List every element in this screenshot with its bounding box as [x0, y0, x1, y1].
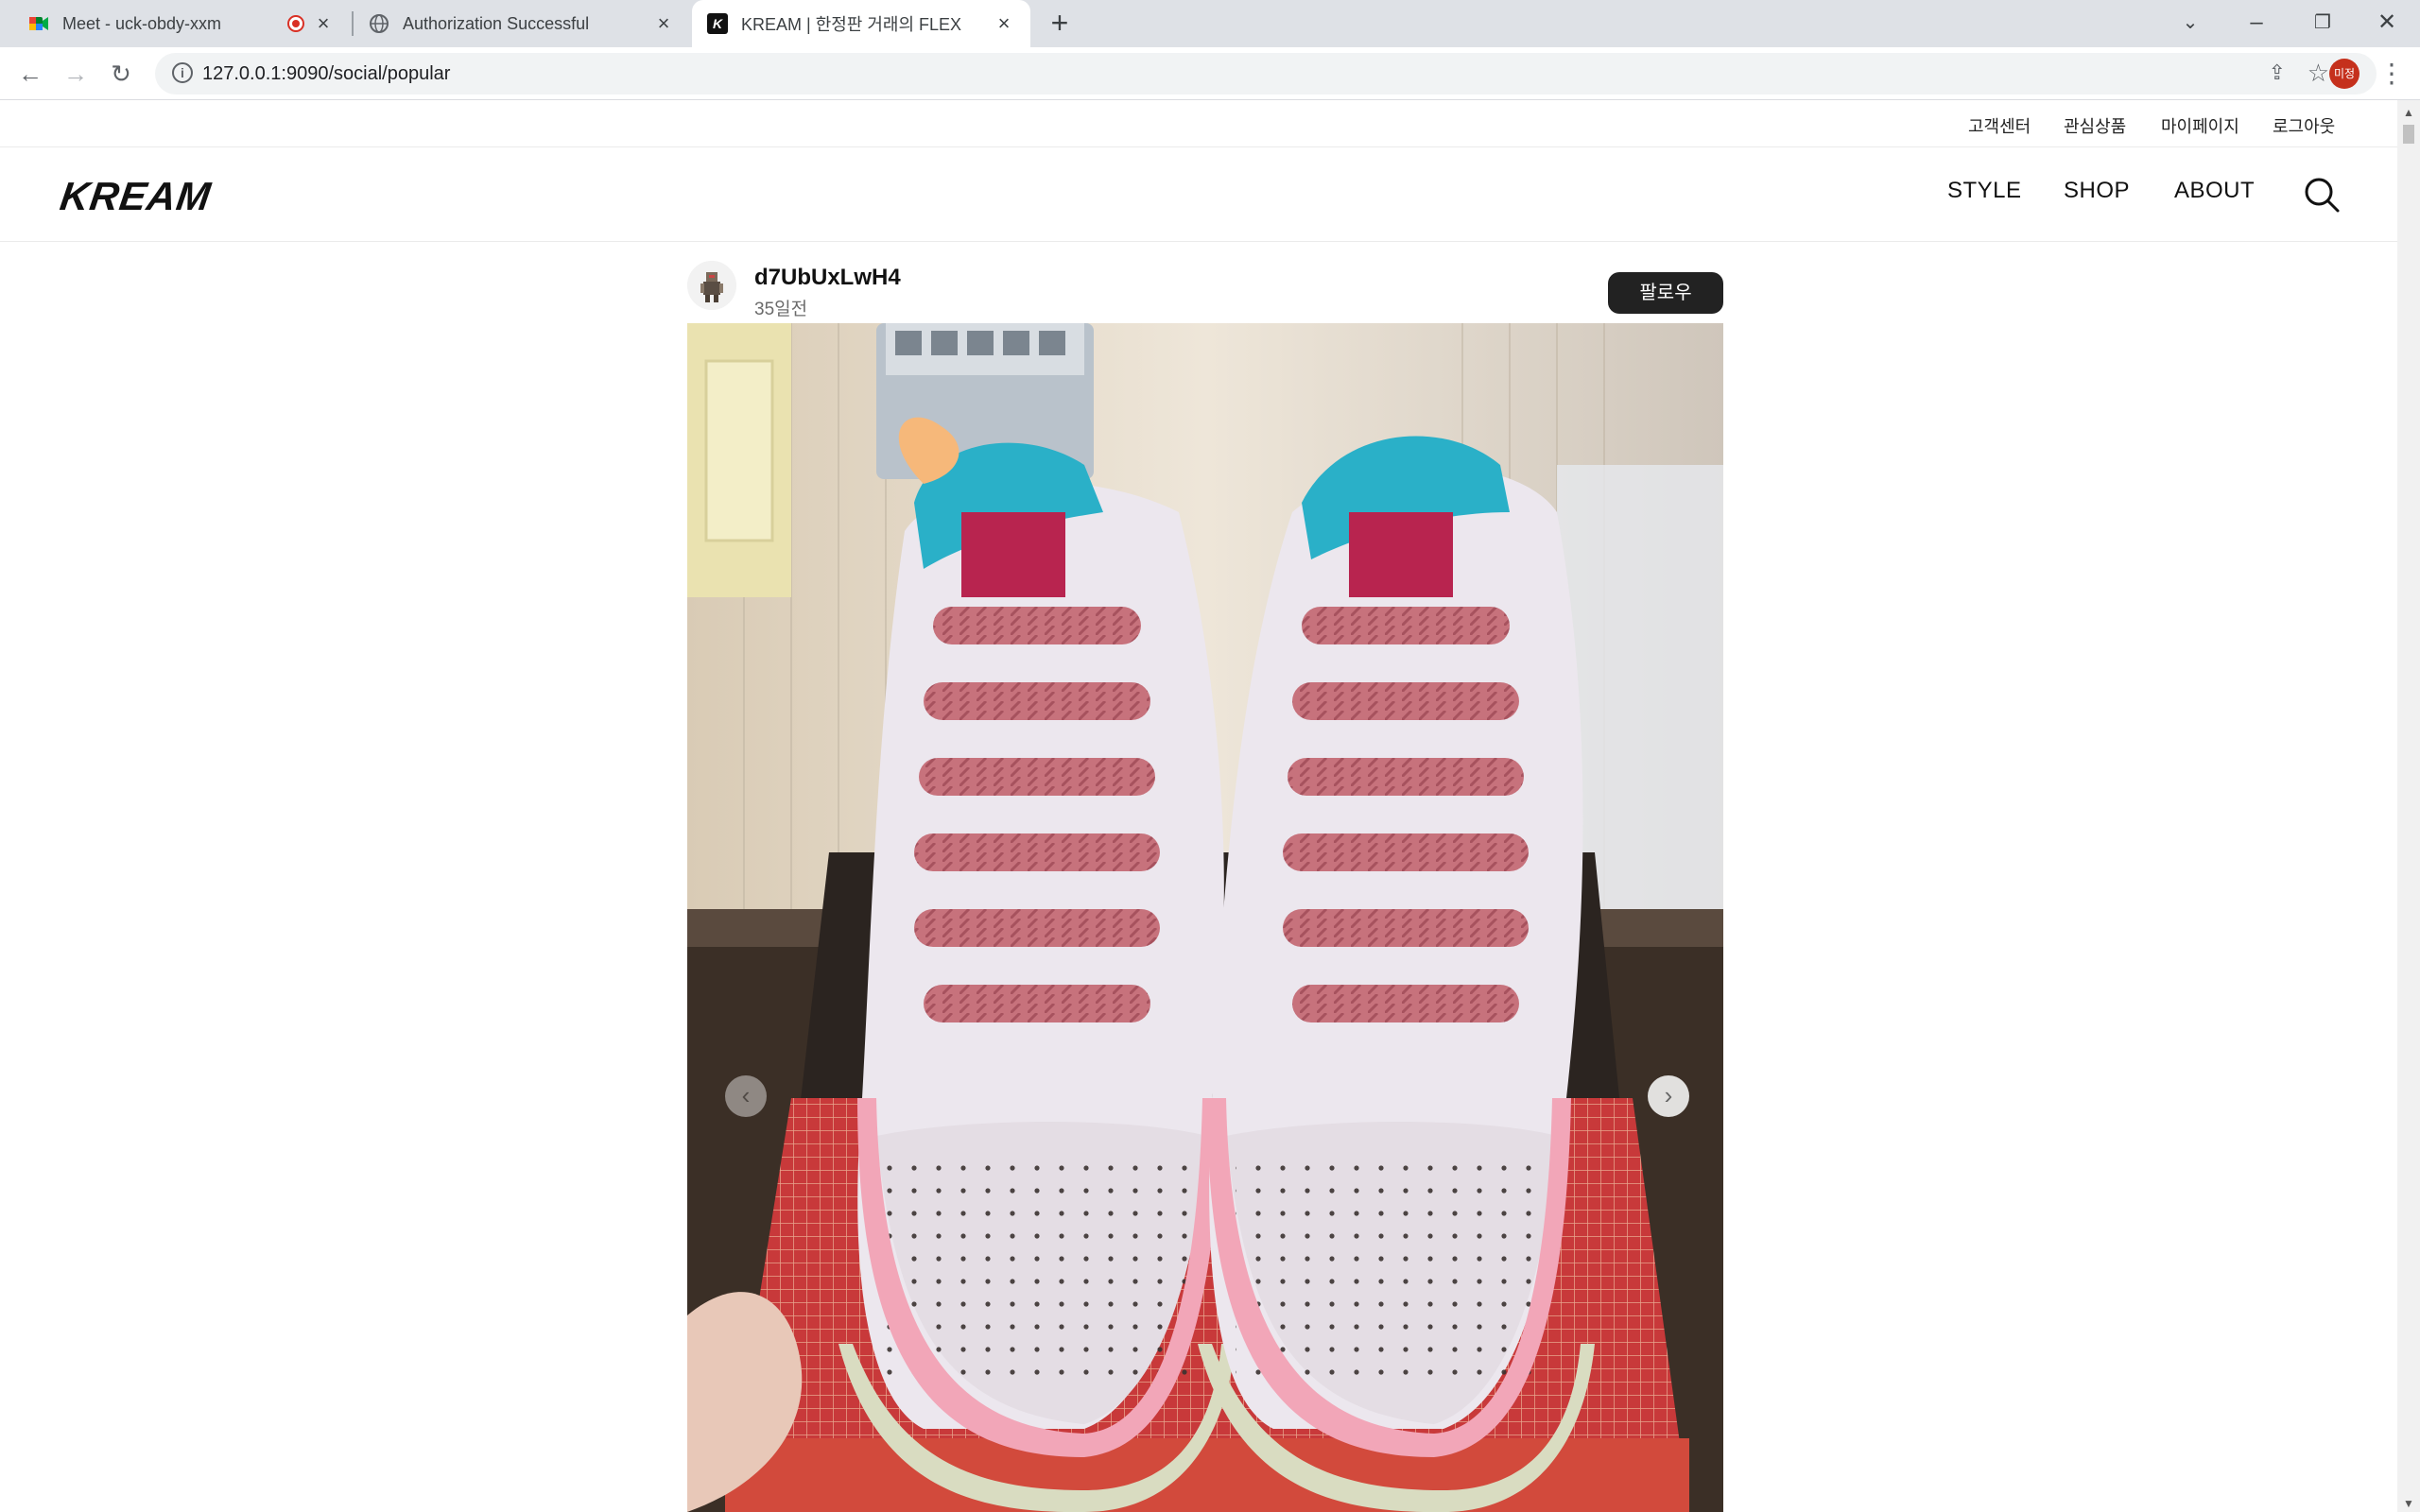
- site-info-icon[interactable]: i: [172, 62, 193, 83]
- wishlist-link[interactable]: 관심상품: [2064, 113, 2126, 138]
- nav-about[interactable]: ABOUT: [2174, 178, 2255, 204]
- avatar[interactable]: [687, 261, 736, 310]
- forward-button[interactable]: →: [59, 57, 93, 91]
- tab-search-button[interactable]: ⌄: [2167, 6, 2214, 40]
- scroll-up-icon[interactable]: ▲: [2403, 106, 2414, 119]
- browser-menu-icon[interactable]: ⋮: [2378, 57, 2405, 91]
- tab-kream[interactable]: K KREAM | 한정판 거래의 FLEX ×: [692, 0, 1030, 47]
- bookmark-star-icon[interactable]: ☆: [2308, 59, 2329, 88]
- follow-button[interactable]: 팔로우: [1608, 272, 1723, 314]
- site-header: KREAM STYLE SHOP ABOUT: [0, 147, 2397, 242]
- close-tab-icon[interactable]: ×: [993, 12, 1015, 35]
- tab-meet[interactable]: Meet - uck-obdy-xxm ×: [0, 0, 350, 47]
- nav-style[interactable]: STYLE: [1947, 178, 2022, 204]
- logout-link[interactable]: 로그아웃: [2273, 113, 2335, 138]
- search-icon[interactable]: [2303, 176, 2341, 214]
- tab-title: Authorization Successful: [403, 13, 590, 33]
- share-icon[interactable]: ⇪: [2269, 60, 2286, 85]
- scrollbar-thumb[interactable]: [2403, 125, 2414, 144]
- new-tab-button[interactable]: +: [1044, 8, 1076, 40]
- mypage-link[interactable]: 마이페이지: [2161, 113, 2239, 138]
- carousel-prev-button[interactable]: ‹: [725, 1075, 767, 1117]
- post-time: 35일전: [754, 300, 808, 319]
- profile-avatar[interactable]: 미정: [2329, 59, 2360, 89]
- close-window-button[interactable]: ✕: [2363, 6, 2411, 40]
- kream-logo-icon: K: [707, 13, 728, 34]
- browser-toolbar: ← → ↻ i 127.0.0.1:9090/social/popular ⇪ …: [0, 47, 2420, 100]
- tab-title: Meet - uck-obdy-xxm: [62, 13, 222, 33]
- svg-text:K: K: [713, 16, 723, 31]
- post-photo: ‹ ›: [687, 323, 1723, 1512]
- post-header: d7UbUxLwH4 35일전 팔로우: [687, 251, 1723, 327]
- reload-button[interactable]: ↻: [104, 57, 138, 91]
- scroll-down-icon[interactable]: ▼: [2403, 1497, 2414, 1510]
- google-meet-icon: [29, 17, 48, 30]
- tab-authorization[interactable]: Authorization Successful ×: [340, 0, 690, 47]
- globe-icon: [370, 14, 389, 33]
- post-username[interactable]: d7UbUxLwH4: [754, 265, 901, 291]
- restore-button[interactable]: ❐: [2299, 6, 2346, 40]
- back-button[interactable]: ←: [13, 57, 47, 91]
- close-tab-icon[interactable]: ×: [312, 12, 335, 35]
- close-tab-icon[interactable]: ×: [652, 12, 675, 35]
- minimize-button[interactable]: –: [2233, 6, 2280, 40]
- user-avatar-icon: [687, 261, 736, 310]
- page-viewport: 고객센터 관심상품 마이페이지 로그아웃 KREAM STYLE SHOP AB…: [0, 100, 2397, 1512]
- utility-bar: 고객센터 관심상품 마이페이지 로그아웃: [0, 100, 2397, 147]
- url-text[interactable]: 127.0.0.1:9090/social/popular: [202, 53, 450, 94]
- address-bar[interactable]: i 127.0.0.1:9090/social/popular ⇪ ☆: [155, 53, 2377, 94]
- recording-indicator-icon: [287, 15, 304, 32]
- sneaker-photo: [687, 323, 1723, 1512]
- carousel-next-button[interactable]: ›: [1648, 1075, 1689, 1117]
- page-scrollbar[interactable]: ▲ ▼: [2397, 100, 2420, 1512]
- site-logo[interactable]: KREAM: [58, 174, 215, 219]
- tab-title: KREAM | 한정판 거래의 FLEX: [741, 15, 962, 34]
- customer-center-link[interactable]: 고객센터: [1968, 113, 2031, 138]
- tab-strip: Meet - uck-obdy-xxm × Authorization Succ…: [0, 0, 2420, 47]
- nav-shop[interactable]: SHOP: [2064, 178, 2130, 204]
